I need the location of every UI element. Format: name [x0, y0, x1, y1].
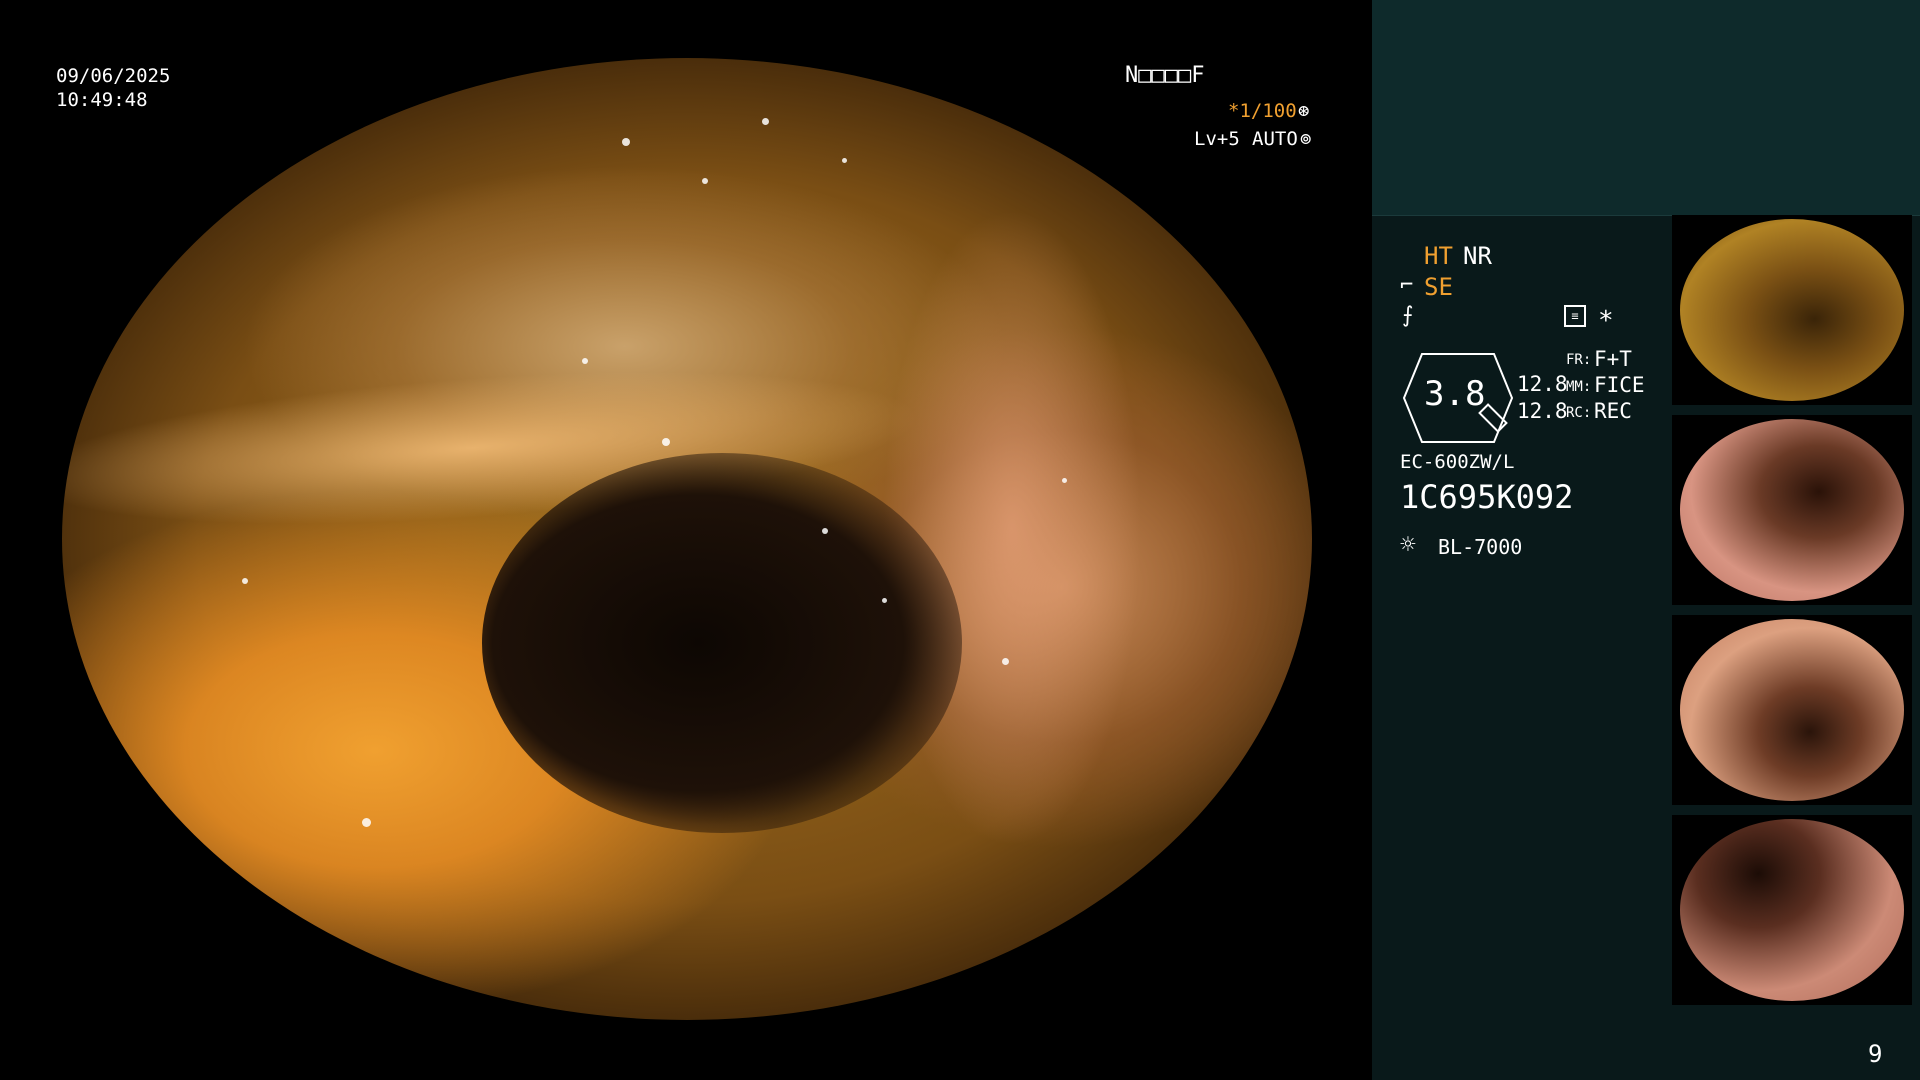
bubble — [242, 578, 248, 584]
value-1: 12.8 — [1517, 372, 1568, 396]
nr-indicator: NR — [1463, 242, 1492, 270]
endoscopic-image — [62, 58, 1312, 1020]
bubble — [822, 528, 828, 534]
shutter-speed: *1/100 — [1228, 100, 1297, 122]
bubble — [582, 358, 588, 364]
patient-code: N□□□□F — [1125, 63, 1205, 88]
structure-icon: ⌐ — [1400, 273, 1414, 298]
bubble — [882, 598, 887, 603]
sidebar-header-panel — [1372, 0, 1920, 216]
thumbnail-image — [1680, 819, 1904, 1001]
value-2: 12.8 — [1517, 399, 1568, 423]
asterisk-indicator: * — [1598, 306, 1614, 336]
brightness-level: Lv+5 — [1194, 128, 1240, 150]
status-sidebar: HT NR ⌐ SE ⨍ ≡ * 3.8 12.8 12.8 FR: F+T M… — [1372, 0, 1920, 1080]
page-number: 9 — [1868, 1040, 1883, 1068]
scope-serial: 1C695K092 — [1400, 478, 1574, 516]
bubble — [622, 138, 630, 146]
date: 09/06/2025 — [56, 65, 171, 87]
mucosa-fold — [882, 208, 1142, 848]
fr-label: FR: — [1566, 352, 1592, 368]
thumbnail-capture-1[interactable] — [1672, 215, 1912, 405]
enhance-icon: ⨍ — [1402, 303, 1414, 328]
bubble — [702, 178, 708, 184]
light-source: BL-7000 — [1438, 535, 1523, 559]
rc-value: REC — [1594, 399, 1632, 423]
iris-mode: AUTO — [1252, 128, 1298, 150]
endoscope-view: 09/06/2025 10:49:48 N□□□□F *1/100 ⊛ Lv+5… — [0, 0, 1372, 1080]
lumen — [482, 453, 962, 833]
mm-label: MM: — [1566, 379, 1592, 395]
iris-icon: ⊚ — [1300, 128, 1312, 150]
bubble — [662, 438, 670, 446]
zoom-value: 3.8 — [1424, 374, 1486, 414]
fr-value: F+T — [1594, 347, 1632, 371]
ht-indicator: HT — [1424, 242, 1453, 270]
rc-label: RC: — [1566, 405, 1592, 421]
thumbnail-image — [1680, 619, 1904, 801]
bubble — [762, 118, 769, 125]
bubble — [1062, 478, 1067, 483]
thumbnail-capture-3[interactable] — [1672, 615, 1912, 805]
bubble — [1002, 658, 1009, 665]
light-source-icon: ☼ — [1400, 530, 1416, 560]
time: 10:49:48 — [56, 89, 148, 111]
bubble — [842, 158, 847, 163]
se-indicator: SE — [1424, 273, 1453, 301]
memory-icon: ≡ — [1564, 305, 1586, 327]
mm-value: FICE — [1594, 373, 1645, 397]
scope-model: EC-600ZW/L — [1400, 451, 1515, 473]
thumbnail-image — [1680, 419, 1904, 601]
bubble — [362, 818, 371, 827]
thumbnail-capture-2[interactable] — [1672, 415, 1912, 605]
thumbnail-image — [1680, 219, 1904, 401]
aperture-icon: ⊛ — [1298, 100, 1310, 122]
thumbnail-capture-4[interactable] — [1672, 815, 1912, 1005]
